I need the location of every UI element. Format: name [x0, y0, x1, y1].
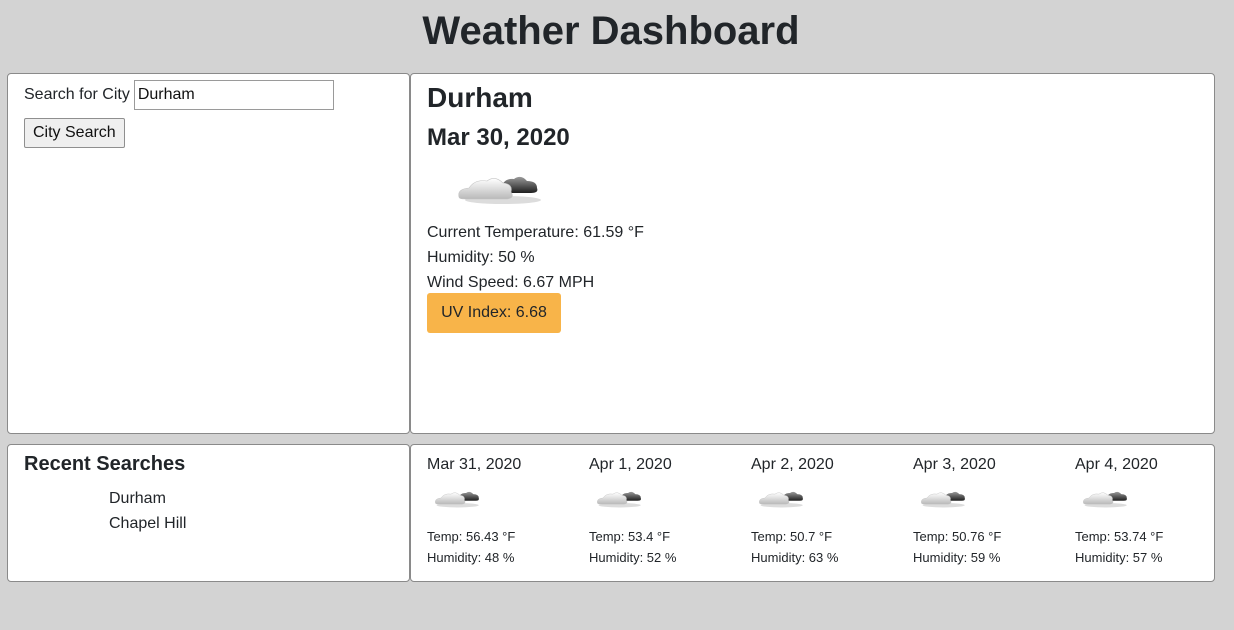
recent-searches-panel: Recent Searches Durham Chapel Hill: [7, 444, 410, 582]
cloudy-icon: [597, 491, 641, 508]
search-row: Search for City: [24, 80, 334, 110]
forecast-humidity: Humidity: 59 %: [913, 550, 1001, 565]
city-name: Durham: [427, 82, 533, 113]
forecast-date: Apr 1, 2020: [589, 456, 672, 473]
recent-search-item[interactable]: Durham: [109, 486, 186, 511]
cloudy-icon: [458, 176, 541, 204]
forecast-day: Apr 2, 2020 Temp: 50.7 °F Humidity: 63 %: [751, 455, 901, 568]
forecast-day: Mar 31, 2020 Temp: 56.43 °F Humidity: 48…: [427, 455, 577, 568]
forecast-humidity: Humidity: 57 %: [1075, 550, 1163, 565]
forecast-humidity: Humidity: 52 %: [589, 550, 677, 565]
current-date: Mar 30, 2020: [427, 124, 570, 151]
forecast-day: Apr 4, 2020 Temp: 53.74 °F Humidity: 57 …: [1075, 455, 1225, 568]
current-humidity: Humidity: 50 %: [427, 249, 535, 266]
search-label: Search for City: [24, 86, 130, 103]
cloudy-icon: [759, 491, 803, 508]
forecast-date: Apr 4, 2020: [1075, 456, 1158, 473]
forecast-temp: Temp: 53.4 °F: [589, 529, 671, 544]
forecast-date: Apr 2, 2020: [751, 456, 834, 473]
recent-search-item[interactable]: Chapel Hill: [109, 511, 186, 536]
recent-searches-list: Durham Chapel Hill: [109, 486, 186, 536]
cloudy-icon: [1083, 491, 1127, 508]
forecast-day: Apr 3, 2020 Temp: 50.76 °F Humidity: 59 …: [913, 455, 1063, 568]
cloudy-icon: [921, 491, 965, 508]
forecast-temp: Temp: 56.43 °F: [427, 529, 516, 544]
forecast-day: Apr 1, 2020 Temp: 53.4 °F Humidity: 52 %: [589, 455, 739, 568]
current-weather-panel: Durham Mar 30, 2020 Current Temperature:…: [410, 73, 1215, 434]
current-stats: Current Temperature: 61.59 °F Humidity: …: [427, 220, 644, 295]
forecast-humidity: Humidity: 48 %: [427, 550, 515, 565]
forecast-date: Apr 3, 2020: [913, 456, 996, 473]
current-temperature: Current Temperature: 61.59 °F: [427, 224, 644, 241]
search-panel: Search for City City Search: [7, 73, 410, 434]
forecast-temp: Temp: 53.74 °F: [1075, 529, 1164, 544]
forecast-date: Mar 31, 2020: [427, 456, 522, 473]
five-day-forecast-panel: Mar 31, 2020 Temp: 56.43 °F Humidity: 48…: [410, 444, 1215, 582]
forecast-temp: Temp: 50.7 °F: [751, 529, 833, 544]
forecast-temp: Temp: 50.76 °F: [913, 529, 1002, 544]
current-wind-speed: Wind Speed: 6.67 MPH: [427, 274, 595, 291]
forecast-humidity: Humidity: 63 %: [751, 550, 839, 565]
city-search-button[interactable]: City Search: [24, 118, 125, 148]
city-search-input[interactable]: [133, 80, 334, 110]
uv-index-badge: UV Index: 6.68: [427, 293, 561, 333]
cloudy-icon: [435, 491, 479, 508]
recent-searches-title: Recent Searches: [24, 453, 186, 475]
page-title: Weather Dashboard: [422, 9, 800, 53]
